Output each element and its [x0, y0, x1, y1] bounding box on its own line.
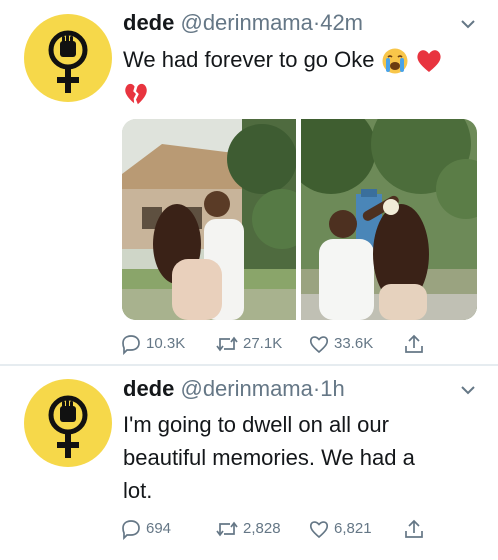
tweet-text: I'm going to dwell on all our beautiful …	[123, 408, 473, 507]
tweet-text-content: We had forever to go Oke	[123, 47, 375, 72]
tweet-text-line: beautiful memories. We had a	[123, 445, 415, 470]
photo-gallery[interactable]	[122, 119, 477, 320]
photo-left[interactable]	[122, 119, 296, 320]
like-button[interactable]: 33.6K	[308, 331, 373, 357]
tweet[interactable]: dede @derinmama·42m We had forever to go…	[0, 0, 498, 365]
female-fist-symbol-icon	[48, 30, 88, 93]
tweet-header: dede @derinmama·42m	[123, 10, 363, 40]
retweet-icon	[216, 521, 238, 537]
retweet-count: 2,828	[243, 520, 281, 537]
photo-right[interactable]	[301, 119, 477, 320]
display-name[interactable]: dede	[123, 376, 174, 401]
couple-photo-image	[301, 119, 477, 320]
share-icon	[405, 519, 423, 538]
chevron-down-icon[interactable]	[458, 380, 478, 400]
timestamp[interactable]: 1h	[320, 376, 344, 401]
reply-count: 10.3K	[146, 335, 186, 352]
user-handle[interactable]: @derinmama	[180, 10, 312, 35]
retweet-button[interactable]: 2,828	[215, 516, 281, 542]
user-handle[interactable]: @derinmama	[180, 376, 312, 401]
female-fist-symbol-icon	[48, 395, 88, 458]
share-button[interactable]	[403, 516, 425, 542]
tweet-header: dede @derinmama·1h	[123, 376, 345, 406]
heart-icon	[309, 521, 329, 539]
retweet-count: 27.1K	[243, 335, 283, 352]
tweet-text-line: lot.	[123, 478, 153, 503]
share-icon	[405, 334, 423, 353]
tweet-actions: 694 2,828 6,821	[120, 516, 440, 542]
tweet-text-line: I'm going to dwell on all our	[123, 412, 389, 437]
timestamp[interactable]: 42m	[320, 10, 363, 35]
tweet-text: We had forever to go Oke	[123, 43, 473, 109]
like-count: 33.6K	[334, 335, 374, 352]
reply-icon	[122, 520, 140, 540]
reply-count: 694	[146, 520, 172, 537]
reply-button[interactable]: 10.3K	[120, 331, 185, 357]
crying-face-icon	[382, 48, 408, 74]
like-button[interactable]: 6,821	[308, 516, 372, 542]
reply-button[interactable]: 694	[120, 516, 171, 542]
heart-icon	[309, 336, 329, 354]
reply-icon	[122, 335, 140, 355]
couple-photo-image	[122, 119, 296, 320]
share-button[interactable]	[403, 331, 425, 357]
chevron-down-icon[interactable]	[458, 14, 478, 34]
tweet-actions: 10.3K 27.1K 33.6K	[120, 331, 440, 357]
broken-heart-icon	[125, 84, 147, 105]
retweet-icon	[216, 336, 238, 352]
tweet[interactable]: dede @derinmama·1h I'm going to dwell on…	[0, 366, 498, 560]
avatar[interactable]	[24, 14, 112, 102]
avatar[interactable]	[24, 379, 112, 467]
retweet-button[interactable]: 27.1K	[215, 331, 282, 357]
red-heart-icon	[417, 50, 441, 73]
display-name[interactable]: dede	[123, 10, 174, 35]
like-count: 6,821	[334, 520, 372, 537]
